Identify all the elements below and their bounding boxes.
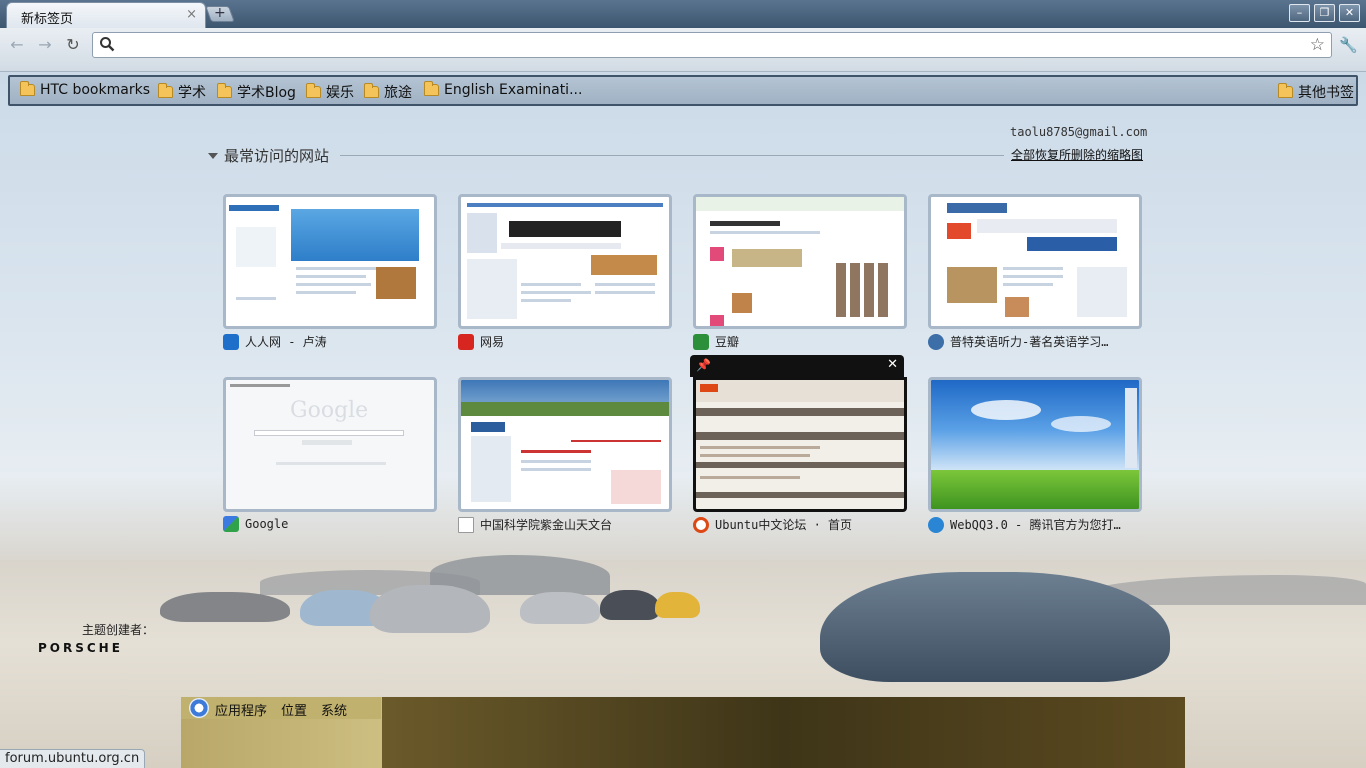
plus-icon: + [213, 5, 226, 21]
tile-webqq[interactable]: WebQQ3.0 - 腾讯官方为您打… [928, 377, 1142, 537]
tile-pmo[interactable]: 中国科学院紫金山天文台 [458, 377, 672, 537]
tab-new-tab[interactable]: 新标签页 × [6, 2, 206, 28]
remove-thumbnail-icon[interactable]: ✕ [887, 357, 898, 372]
car [520, 592, 600, 624]
tile-douban[interactable]: 豆瓣 [693, 194, 907, 354]
tile-163[interactable]: 网易 [458, 194, 672, 354]
bookmark-folder-other[interactable]: 其他书签 [1278, 82, 1354, 102]
wrench-menu-icon[interactable]: 🔧 [1339, 36, 1358, 54]
minimize-button[interactable]: – [1289, 4, 1310, 22]
new-tab-button[interactable]: + [205, 5, 235, 22]
menu-system[interactable]: 系统 [321, 700, 347, 719]
folder-icon [20, 81, 35, 96]
bookmark-folder-entertainment[interactable]: 娱乐 [306, 82, 354, 102]
thumbnail [693, 377, 907, 512]
tile-label: 普特英语听力-著名英语学习… [928, 333, 1142, 350]
tile-label: WebQQ3.0 - 腾讯官方为您打… [928, 516, 1142, 533]
close-button[interactable]: ✕ [1339, 4, 1360, 22]
bookmark-star-icon[interactable]: ☆ [1310, 35, 1325, 55]
google-favicon-icon [223, 516, 239, 532]
page-favicon-icon [458, 516, 474, 533]
thumbnail: Google [223, 377, 437, 512]
bookmark-folder-english[interactable]: English Examinati... [424, 81, 582, 98]
netease-favicon-icon [458, 333, 474, 350]
theme-creator-label: 主题创建者： [82, 623, 155, 637]
silver-car [370, 585, 490, 633]
back-arrow-icon[interactable]: ← [6, 34, 28, 56]
tile-label: 豆瓣 [693, 333, 907, 350]
tab-close-icon[interactable]: × [186, 7, 197, 22]
tile-ubuntu-forum[interactable]: 📌 ✕ Ubuntu中文论坛 · 首页 [690, 355, 907, 537]
folder-icon [1278, 83, 1293, 98]
bookmarks-bar: HTC bookmarks 学术 学术Blog 娱乐 旅途 English Ex… [8, 75, 1358, 106]
bookmark-folder-academic[interactable]: 学术 [158, 82, 206, 102]
porsche-panamera [820, 572, 1170, 682]
collapse-triangle-icon [208, 152, 218, 159]
forward-arrow-icon[interactable]: → [34, 34, 56, 56]
thumbnail-hover-bar: 📌 ✕ [690, 355, 904, 377]
account-email: taolu8785@gmail.com [1010, 125, 1148, 139]
folder-icon [424, 81, 439, 96]
google-logo-text: Google [290, 398, 369, 423]
webqq-favicon-icon [928, 516, 944, 533]
car [600, 590, 660, 620]
maximize-button[interactable]: ❐ [1314, 4, 1335, 22]
putclub-favicon-icon [928, 333, 944, 350]
bookmark-folder-htc[interactable]: HTC bookmarks [20, 81, 150, 98]
status-url-bubble: forum.ubuntu.org.cn [0, 749, 146, 768]
tile-renren[interactable]: 人人网 - 卢涛 [223, 194, 437, 354]
folder-icon [364, 83, 379, 98]
tile-google[interactable]: Google Google [223, 377, 437, 537]
thumbnail [223, 194, 437, 329]
thumbnail [693, 194, 907, 329]
tile-label: 人人网 - 卢涛 [223, 333, 437, 350]
ubuntu-logo-icon[interactable] [189, 698, 209, 718]
tile-label: 中国科学院紫金山天文台 [458, 516, 672, 533]
menu-applications[interactable]: 应用程序 [215, 700, 267, 719]
tile-label: 网易 [458, 333, 672, 350]
car [655, 592, 700, 618]
reload-icon[interactable]: ↻ [62, 34, 84, 56]
tile-putclub[interactable]: 普特英语听力-著名英语学习… [928, 194, 1142, 354]
tile-label: Google [223, 516, 437, 532]
thumbnail [928, 194, 1142, 329]
pin-icon[interactable]: 📌 [696, 358, 711, 372]
menu-places[interactable]: 位置 [281, 700, 307, 719]
browser-toolbar: ← → ↻ ☆ 🔧 [0, 28, 1366, 72]
section-divider [340, 155, 1004, 156]
tile-label: Ubuntu中文论坛 · 首页 [693, 516, 907, 533]
douban-favicon-icon [693, 333, 709, 350]
bookmark-folder-academic-blog[interactable]: 学术Blog [217, 82, 296, 102]
restore-thumbnails-link[interactable]: 全部恢复所删除的缩略图 [1011, 146, 1143, 163]
omnibox[interactable]: ☆ [92, 32, 1332, 58]
section-title: 最常访问的网站 [224, 147, 330, 165]
title-bar: 新标签页 × + – ❐ ✕ [0, 0, 1366, 28]
bookmark-folder-travel[interactable]: 旅途 [364, 82, 412, 102]
window-controls: – ❐ ✕ [1289, 4, 1360, 22]
thumbnail [928, 377, 1142, 512]
most-visited-header[interactable]: 最常访问的网站 [208, 145, 329, 166]
car-row [160, 592, 290, 622]
search-icon [100, 37, 115, 52]
omnibox-input[interactable] [121, 35, 1301, 55]
folder-icon [158, 83, 173, 98]
tab-title: 新标签页 [21, 12, 74, 27]
folder-icon [217, 83, 232, 98]
folder-icon [306, 83, 321, 98]
ubuntu-favicon-icon [693, 516, 709, 533]
renren-favicon-icon [223, 333, 239, 350]
porsche-logo: PORSCHE [38, 641, 123, 655]
thumbnail [458, 194, 672, 329]
thumbnail [458, 377, 672, 512]
